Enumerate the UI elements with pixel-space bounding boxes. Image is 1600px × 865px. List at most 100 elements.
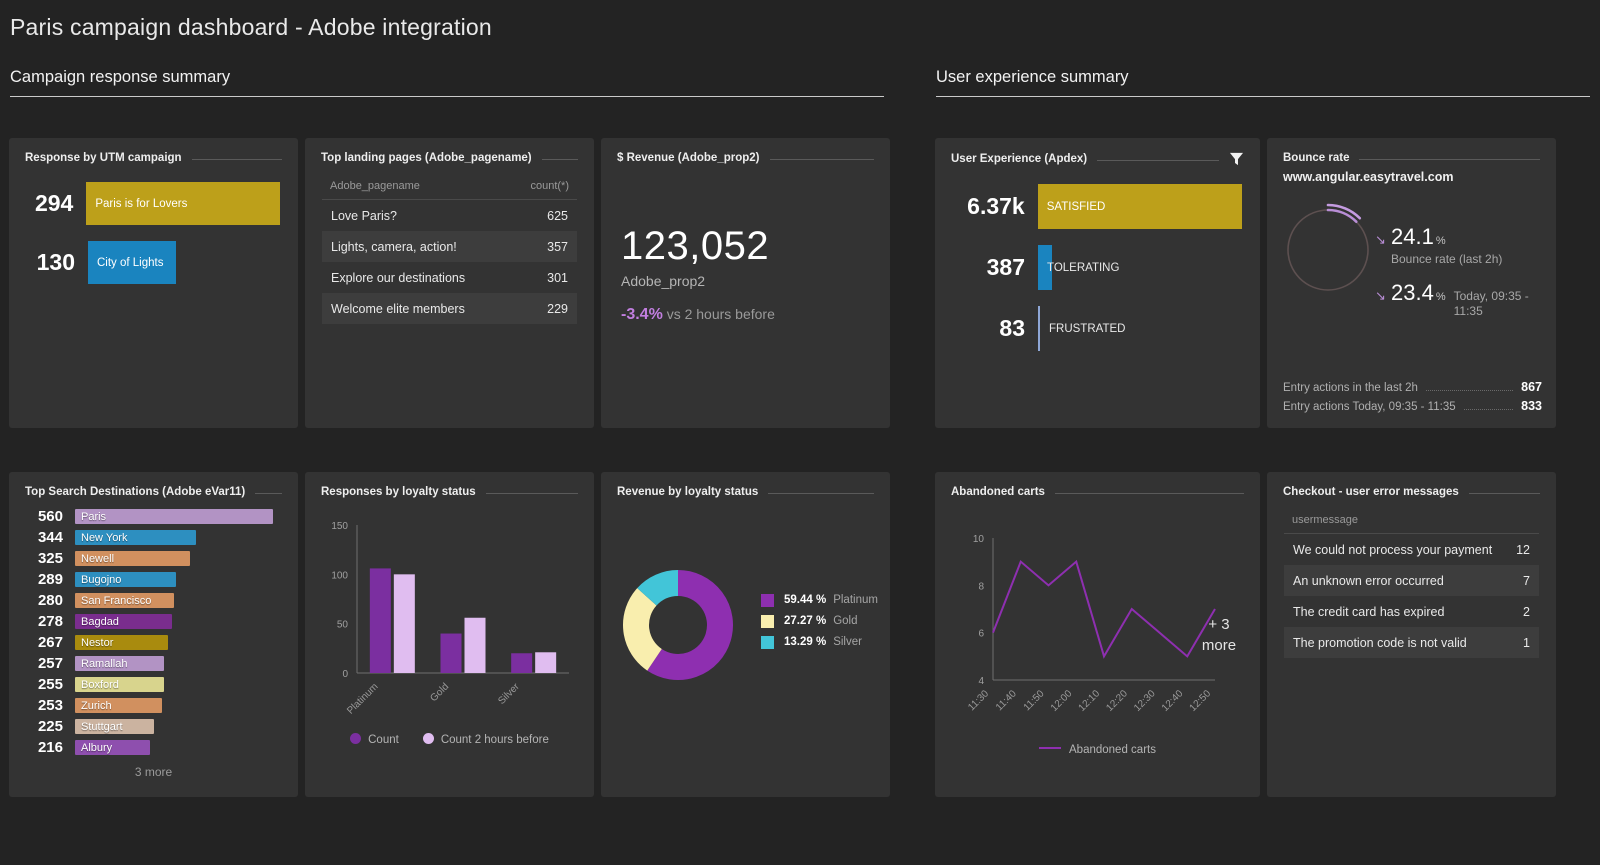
cell-count: 229 <box>547 301 568 316</box>
title-rule <box>1097 160 1219 161</box>
utm-value: 294 <box>34 190 74 216</box>
donut-slice-silver[interactable] <box>637 570 679 607</box>
legend-label: Abandoned carts <box>1069 744 1156 756</box>
search-destination-row[interactable]: 325 Newell <box>23 550 284 567</box>
search-destination-row[interactable]: 278 Bagdad <box>23 613 284 630</box>
table-row[interactable]: Lights, camera, action! 357 <box>322 231 577 262</box>
search-destination-bar[interactable]: Zurich <box>75 698 162 713</box>
search-destination-bar[interactable]: Paris <box>75 509 273 524</box>
legend-item[interactable]: Abandoned carts <box>1039 744 1156 756</box>
search-destination-value: 289 <box>37 571 63 588</box>
search-destination-row[interactable]: 289 Bugojno <box>23 571 284 588</box>
utm-bar[interactable]: Paris is for Lovers <box>86 182 280 225</box>
utm-bar[interactable]: City of Lights <box>88 241 176 284</box>
search-destination-bar[interactable]: Bagdad <box>75 614 172 629</box>
bar-silver-0[interactable] <box>511 653 533 673</box>
search-destination-bar[interactable]: Nestor <box>75 635 168 650</box>
search-destination-row[interactable]: 216 Albury <box>23 739 284 756</box>
search-destination-value: 560 <box>37 508 63 525</box>
table-row[interactable]: Love Paris? 625 <box>322 200 577 231</box>
apdex-bar-list: 6.37k SATISFIED 387 TOLERATING 83 FRUSTR… <box>935 166 1260 351</box>
y-axis-tick: 6 <box>978 629 984 640</box>
table-row[interactable]: The promotion code is not valid 1 <box>1284 627 1539 658</box>
line-series-abandoned-carts[interactable] <box>992 559 1216 659</box>
bar-chart[interactable]: 0 50 100 150 Platinum Gold Silver <box>305 498 594 733</box>
funnel-icon[interactable] <box>1229 152 1244 166</box>
donut-legend-row[interactable]: 59.44 % Platinum <box>761 593 878 607</box>
search-destination-value: 325 <box>37 550 63 567</box>
utm-bar-row[interactable]: 130 City of Lights <box>23 241 280 284</box>
tile-checkout-user-error-messages[interactable]: Checkout - user error messages usermessa… <box>1267 472 1556 797</box>
legend-item[interactable]: Count 2 hours before <box>422 733 549 746</box>
search-destination-bar[interactable]: Albury <box>75 740 150 755</box>
apdex-bar[interactable]: SATISFIED <box>1037 184 1242 229</box>
apdex-bar[interactable]: FRUSTRATED <box>1038 306 1125 351</box>
bar-platinum-1[interactable] <box>393 574 415 673</box>
apdex-bar-row[interactable]: 83 FRUSTRATED <box>949 306 1242 351</box>
tile-bounce-rate[interactable]: Bounce rate www.angular.easytravel.com ↘… <box>1267 138 1556 428</box>
apdex-bar-row[interactable]: 6.37k SATISFIED <box>949 184 1242 229</box>
search-destination-bar[interactable]: Bugojno <box>75 572 176 587</box>
tile-title: Bounce rate <box>1283 152 1350 164</box>
search-destination-row[interactable]: 225 Stuttgart <box>23 718 284 735</box>
search-destination-value: 216 <box>37 739 63 756</box>
tile-title: Checkout - user error messages <box>1283 486 1459 498</box>
tile-abandoned-carts[interactable]: Abandoned carts 4 6 8 10 11:30 11:40 11:50 12:0… <box>935 472 1260 797</box>
search-destination-label: Zurich <box>81 699 112 712</box>
search-more-label[interactable]: 3 more <box>9 765 298 779</box>
search-destination-row[interactable]: 253 Zurich <box>23 697 284 714</box>
x-axis-tick: 12:20 <box>1104 688 1130 714</box>
legend-label: Silver <box>833 636 862 648</box>
apdex-value: 6.37k <box>967 193 1025 219</box>
bar-gold-1[interactable] <box>464 617 486 673</box>
tile-title: User Experience (Apdex) <box>951 153 1088 165</box>
search-destination-row[interactable]: 255 Boxford <box>23 676 284 693</box>
search-destination-row[interactable]: 257 Ramallah <box>23 655 284 672</box>
legend-label: Count 2 hours before <box>440 734 549 746</box>
search-destination-bar[interactable]: Stuttgart <box>75 719 154 734</box>
apdex-bar[interactable]: TOLERATING <box>1038 245 1119 290</box>
donut-legend-row[interactable]: 13.29 % Silver <box>761 635 878 649</box>
bar-gold-0[interactable] <box>440 633 462 673</box>
table-row[interactable]: An unknown error occurred 7 <box>1284 565 1539 596</box>
table-row[interactable]: Explore our destinations 301 <box>322 262 577 293</box>
tile-revenue-by-loyalty-status[interactable]: Revenue by loyalty status 59.44 % Platinu… <box>601 472 890 797</box>
apdex-bar-row[interactable]: 387 TOLERATING <box>949 245 1242 290</box>
search-destination-row[interactable]: 280 San Francisco <box>23 592 284 609</box>
bar-platinum-0[interactable] <box>369 568 391 673</box>
more-series-badge[interactable]: + 3 more <box>1196 614 1242 656</box>
tile-user-experience-apdex[interactable]: User Experience (Apdex) 6.37k SATISFIED … <box>935 138 1260 428</box>
cell-name: Welcome elite members <box>331 301 465 316</box>
section-label: Campaign response summary <box>10 68 231 86</box>
table-row[interactable]: Welcome elite members 229 <box>322 293 577 324</box>
title-rule <box>1468 493 1540 494</box>
bar-silver-1[interactable] <box>535 652 557 673</box>
tile-revenue[interactable]: $ Revenue (Adobe_prop2) 123,052 Adobe_pr… <box>601 138 890 428</box>
table-row[interactable]: We could not process your payment 12 <box>1284 534 1539 565</box>
donut-slice-gold[interactable] <box>623 588 663 671</box>
tile-top-search-destinations[interactable]: Top Search Destinations (Adobe eVar11) 5… <box>9 472 298 797</box>
search-destination-bar[interactable]: Boxford <box>75 677 164 692</box>
tile-top-landing-pages[interactable]: Top landing pages (Adobe_pagename) Adobe… <box>305 138 594 428</box>
search-destination-row[interactable]: 267 Nestor <box>23 634 284 651</box>
legend-item[interactable]: Count <box>350 733 399 746</box>
utm-bar-row[interactable]: 294 Paris is for Lovers <box>23 182 280 225</box>
title-rule <box>768 493 874 494</box>
tile-response-by-utm-campaign[interactable]: Response by UTM campaign 294 Paris is fo… <box>9 138 298 428</box>
search-destination-bar[interactable]: Ramallah <box>75 656 164 671</box>
search-destination-bar[interactable]: San Francisco <box>75 593 174 608</box>
apdex-value: 387 <box>986 254 1025 280</box>
search-destination-row[interactable]: 560 Paris <box>23 508 284 525</box>
line-chart-legend: Abandoned carts <box>935 744 1260 756</box>
table-column-headers: Adobe_pagename count(*) <box>322 180 577 200</box>
donut-legend-row[interactable]: 27.27 % Gold <box>761 614 878 628</box>
search-destination-bar[interactable]: Newell <box>75 551 190 566</box>
search-destination-row[interactable]: 344 New York <box>23 529 284 546</box>
donut-chart[interactable] <box>619 566 737 684</box>
utm-bar-label: City of Lights <box>97 256 164 269</box>
table-row[interactable]: The credit card has expired 2 <box>1284 596 1539 627</box>
tile-responses-by-loyalty-status[interactable]: Responses by loyalty status 0 50 100 150 Pla… <box>305 472 594 797</box>
tile-header: $ Revenue (Adobe_prop2) <box>601 138 890 164</box>
search-destination-bar[interactable]: New York <box>75 530 196 545</box>
apdex-bar-label: SATISFIED <box>1046 200 1106 213</box>
